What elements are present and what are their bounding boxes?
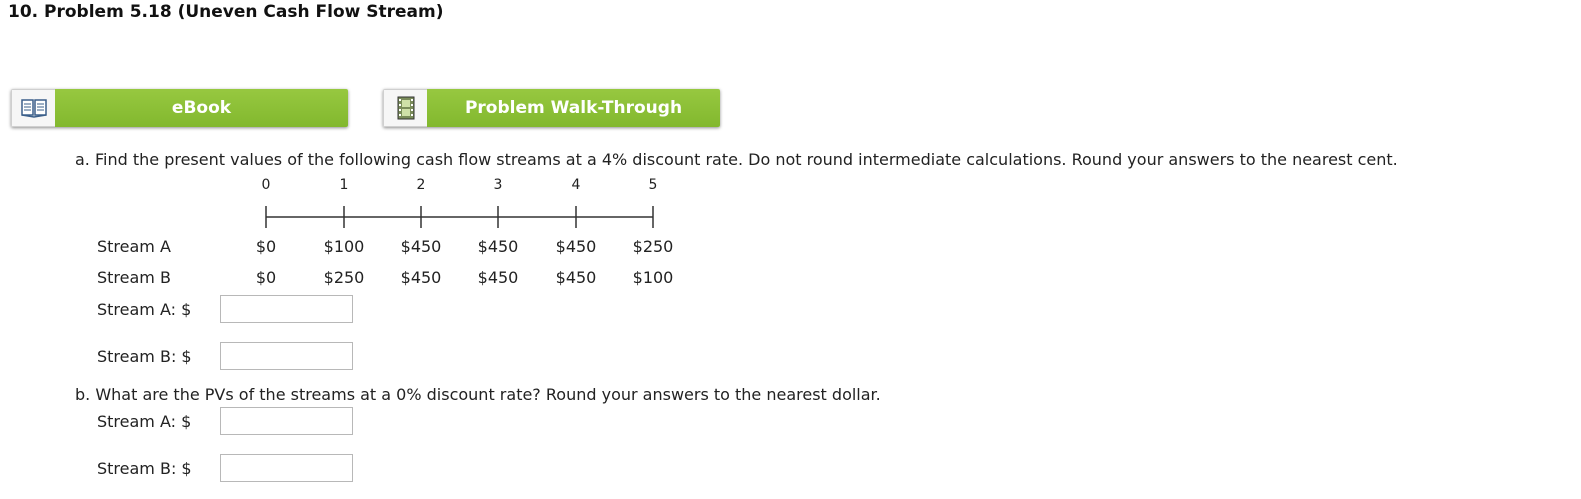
cash-flow-value: $250 [632,237,674,256]
period-label: 1 [339,177,349,193]
answer-a-stream-b-label: Stream B: $ [97,347,192,366]
cash-flow-value: $450 [555,268,597,287]
pv-4pct-stream-b-input[interactable] [220,342,353,370]
period-label: 4 [571,177,581,193]
cash-flow-value: $450 [477,237,519,256]
cash-flow-value: $450 [400,237,442,256]
pv-0pct-stream-b-input[interactable] [220,454,353,482]
pv-0pct-stream-a-input[interactable] [220,407,353,435]
problem-title: 10. Problem 5.18 (Uneven Cash Flow Strea… [8,2,444,22]
cash-flow-value: $0 [255,237,277,256]
stream-b-label: Stream B [97,268,171,287]
period-label: 2 [416,177,426,193]
answer-b-stream-a-label: Stream A: $ [97,412,192,431]
answer-b-stream-b-label: Stream B: $ [97,459,192,478]
part-b-prompt: b. What are the PVs of the streams at a … [75,385,881,404]
cash-flow-value: $100 [632,268,674,287]
cash-flow-value: $450 [555,237,597,256]
part-a-prompt: a. Find the present values of the follow… [75,150,1398,169]
cash-flow-timeline [265,206,654,228]
film-icon [383,89,427,127]
cash-flow-value: $450 [400,268,442,287]
cash-flow-value: $250 [323,268,365,287]
stream-a-label: Stream A [97,237,171,256]
walkthrough-label: Problem Walk-Through [427,89,720,127]
ebook-label: eBook [55,89,348,127]
ebook-button[interactable]: eBook [11,89,348,127]
pv-4pct-stream-a-input[interactable] [220,295,353,323]
cash-flow-value: $450 [477,268,519,287]
period-label: 3 [493,177,503,193]
period-label: 0 [261,177,271,193]
answer-a-stream-a-label: Stream A: $ [97,300,192,319]
period-label: 5 [648,177,658,193]
cash-flow-value: $100 [323,237,365,256]
cash-flow-value: $0 [255,268,277,287]
book-icon [11,89,55,127]
problem-walkthrough-button[interactable]: Problem Walk-Through [383,89,720,127]
